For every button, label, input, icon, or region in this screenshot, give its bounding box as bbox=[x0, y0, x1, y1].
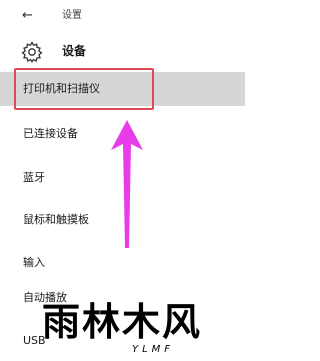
nav-item-label: 输入 bbox=[23, 256, 45, 269]
watermark-subtext: YLMF bbox=[132, 344, 175, 355]
pointer-arrow bbox=[111, 120, 143, 248]
title-bar: ← 设置 bbox=[0, 0, 245, 32]
nav-item-typing[interactable]: 输入 bbox=[0, 247, 245, 279]
watermark-logo: 雨林木风 YLMF bbox=[42, 300, 240, 360]
window-title: 设置 bbox=[62, 10, 82, 21]
watermark-text: 雨林木风 bbox=[42, 300, 203, 344]
nav-item-label: 已连接设备 bbox=[23, 127, 78, 140]
gear-icon bbox=[21, 41, 43, 64]
nav-item-label: 蓝牙 bbox=[23, 171, 45, 184]
highlight-box bbox=[14, 68, 154, 110]
back-arrow-icon[interactable]: ← bbox=[22, 8, 33, 24]
nav-item-label: 鼠标和触摸板 bbox=[23, 213, 89, 226]
page-title: 设备 bbox=[62, 44, 87, 58]
